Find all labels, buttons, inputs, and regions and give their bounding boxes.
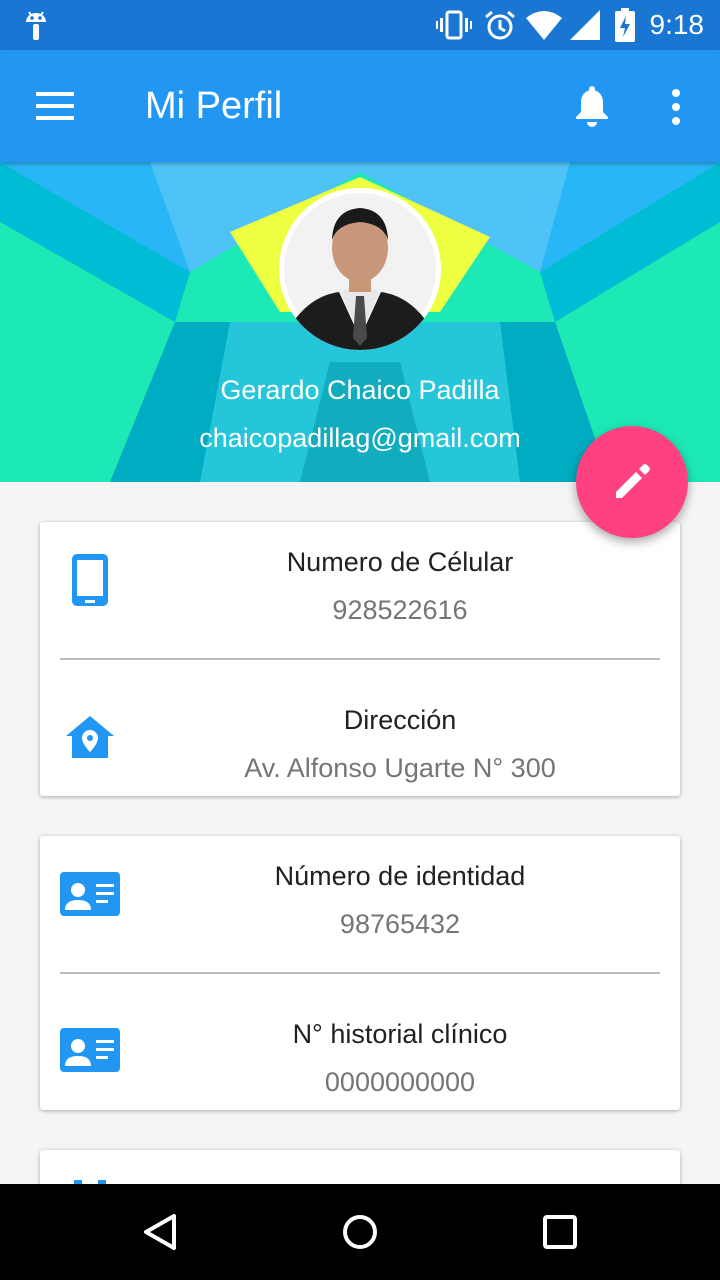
profile-name: Gerardo Chaico Padilla [220, 375, 500, 405]
back-icon[interactable] [140, 1212, 180, 1252]
signal-icon [570, 10, 600, 40]
vibrate-icon [436, 10, 472, 40]
system-nav-bar [0, 1184, 720, 1280]
contact-card: Numero de Célular 928522616 Dirección Av… [40, 522, 680, 796]
pencil-icon [616, 464, 650, 498]
phone-row: Numero de Célular 928522616 [40, 522, 680, 658]
edit-profile-button[interactable] [576, 426, 688, 538]
status-bar: 9:18 [0, 0, 720, 50]
phone-label: Numero de Célular [286, 547, 514, 577]
profile-avatar [279, 188, 441, 350]
address-value: Av. Alfonso Ugarte N° 300 [244, 753, 556, 783]
wifi-icon [526, 11, 562, 40]
home-location-icon [66, 716, 114, 758]
more-vert-icon[interactable] [668, 88, 684, 126]
identity-number-value: 98765432 [339, 909, 461, 939]
hamburger-menu-icon[interactable] [36, 92, 76, 120]
android-icon [26, 11, 46, 40]
bell-icon[interactable] [574, 86, 610, 128]
recents-icon[interactable] [542, 1214, 578, 1250]
identity-number-row: Número de identidad 98765432 [40, 836, 680, 972]
clinical-history-value: 0000000000 [324, 1067, 476, 1097]
home-icon[interactable] [340, 1212, 380, 1252]
phone-value: 928522616 [332, 595, 468, 625]
address-row: Dirección Av. Alfonso Ugarte N° 300 [40, 660, 680, 796]
address-label: Dirección [343, 705, 457, 735]
alarm-icon [485, 10, 515, 40]
battery-charging-icon [615, 8, 635, 42]
clock: 9:18 [649, 9, 705, 40]
smartphone-icon [72, 554, 108, 606]
app-bar: Mi Perfil [0, 50, 720, 162]
clinical-history-label: N° historial clínico [292, 1019, 508, 1049]
identity-card: Número de identidad 98765432 N° historia… [40, 836, 680, 1110]
clinical-history-row: N° historial clínico 0000000000 [40, 974, 680, 1110]
page-title: Mi Perfil [145, 85, 283, 127]
identity-number-label: Número de identidad [274, 861, 526, 891]
id-card-icon [60, 1028, 120, 1072]
id-card-icon [60, 872, 120, 916]
